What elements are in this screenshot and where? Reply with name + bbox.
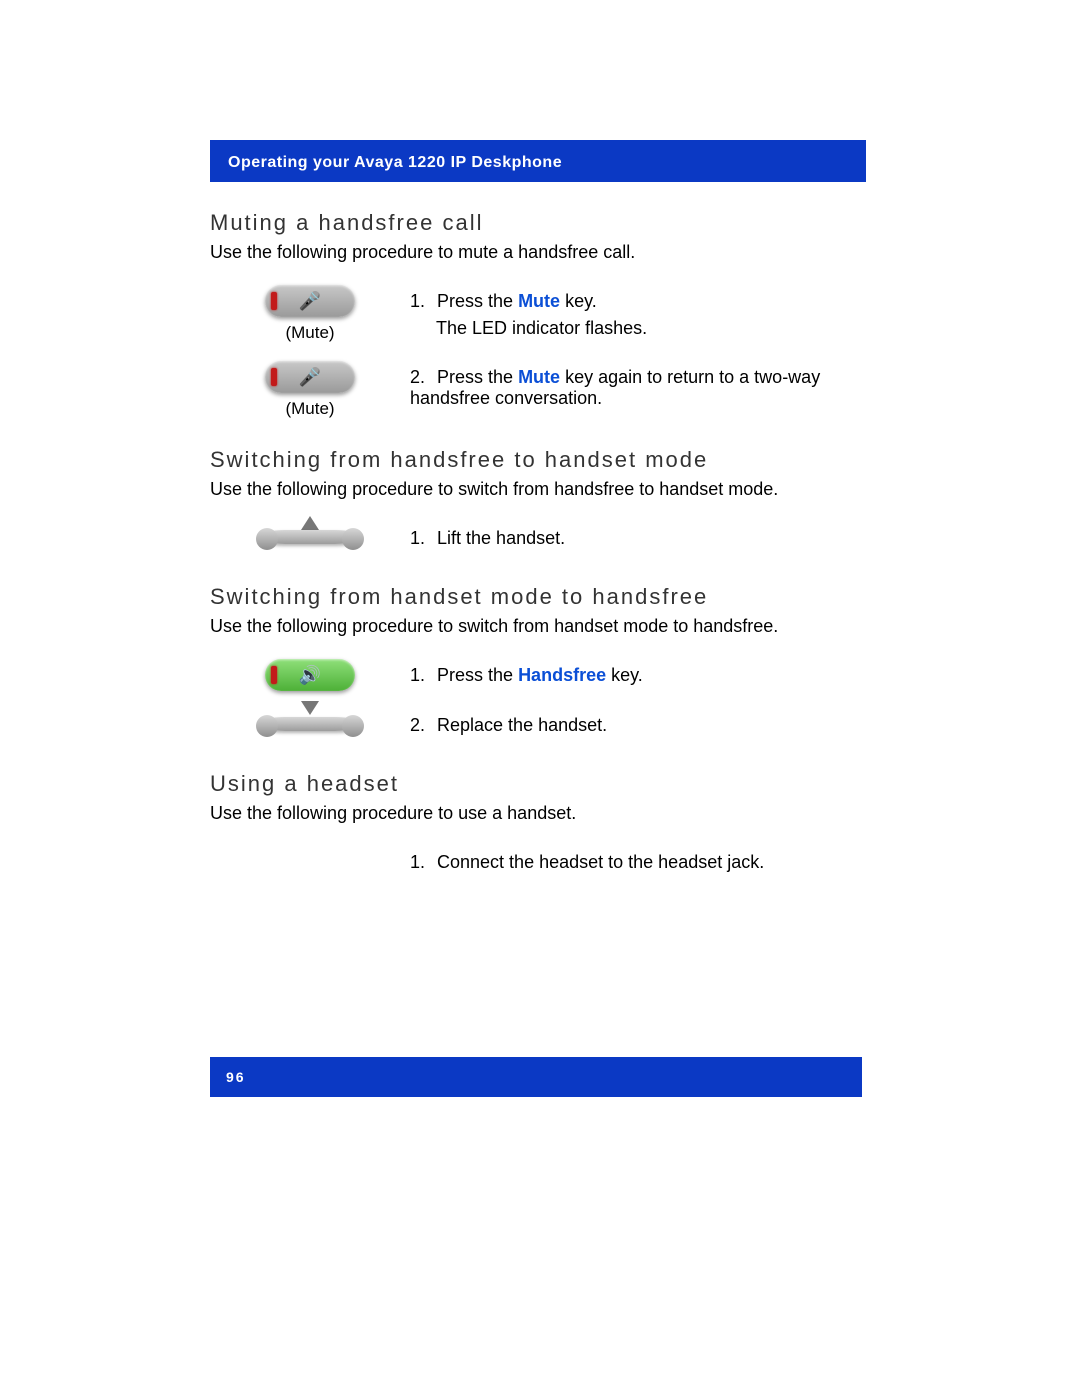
icon-col <box>210 522 410 556</box>
step-row: 1. Connect the headset to the headset ja… <box>210 846 890 873</box>
section-title-hs2hf: Switching from handset mode to handsfree <box>210 584 890 610</box>
icon-col <box>210 709 410 743</box>
arrow-down-icon <box>301 701 319 715</box>
step-text: 1. Lift the handset. <box>410 522 890 549</box>
mute-keyword: Mute <box>518 291 560 311</box>
step-text: 1. Press the Handsfree key. <box>410 659 890 686</box>
mute-key-icon: 🎤 <box>265 361 355 393</box>
handsfree-key-icon: 🔊 <box>265 659 355 691</box>
page-header: Operating your Avaya 1220 IP Deskphone <box>210 140 866 182</box>
page-number-footer: 96 <box>210 1057 862 1097</box>
step-row: 1. Lift the handset. <box>210 522 890 556</box>
step-text-post: key. <box>606 665 643 685</box>
step-text-pre: Press the <box>437 367 518 387</box>
microphone-mute-icon: 🎤 <box>299 291 321 312</box>
step-text-pre: Press the <box>437 665 518 685</box>
handset-lift-icon <box>260 522 360 556</box>
section-title-hf2hs: Switching from handsfree to handset mode <box>210 447 890 473</box>
icon-col: 🎤 (Mute) <box>210 361 410 419</box>
step-row: 2. Replace the handset. <box>210 709 890 743</box>
icon-col: 🎤 (Mute) <box>210 285 410 343</box>
step-row: 🎤 (Mute) 1. Press the Mute key. The LED … <box>210 285 890 343</box>
step-number: 1. <box>410 291 432 312</box>
handset-replace-icon <box>260 709 360 743</box>
section-intro-hs2hf: Use the following procedure to switch fr… <box>210 616 890 637</box>
icon-col: 🔊 <box>210 659 410 691</box>
led-red-icon <box>271 368 277 386</box>
step-text: 2. Press the Mute key again to return to… <box>410 361 890 409</box>
mute-key-icon: 🎤 <box>265 285 355 317</box>
led-red-icon <box>271 292 277 310</box>
step-number: 2. <box>410 367 432 388</box>
step-text: 1. Connect the headset to the headset ja… <box>410 846 890 873</box>
step-number: 1. <box>410 665 432 686</box>
mute-caption: (Mute) <box>285 323 334 343</box>
step-row: 🎤 (Mute) 2. Press the Mute key again to … <box>210 361 890 419</box>
step-text-body: Replace the handset. <box>437 715 607 735</box>
section-title-headset: Using a headset <box>210 771 890 797</box>
step-number: 1. <box>410 852 432 873</box>
microphone-mute-icon: 🎤 <box>299 367 321 388</box>
step-text-pre: Press the <box>437 291 518 311</box>
mute-caption: (Mute) <box>285 399 334 419</box>
section-intro-hf2hs: Use the following procedure to switch fr… <box>210 479 890 500</box>
step-text-post: key. <box>560 291 597 311</box>
step-text: 2. Replace the handset. <box>410 709 890 736</box>
document-page: Operating your Avaya 1220 IP Deskphone M… <box>0 0 1080 1397</box>
step-number: 1. <box>410 528 432 549</box>
step-text-body: Connect the headset to the headset jack. <box>437 852 764 872</box>
step-number: 2. <box>410 715 432 736</box>
arrow-up-icon <box>301 516 319 530</box>
led-red-icon <box>271 666 277 684</box>
handsfree-keyword: Handsfree <box>518 665 606 685</box>
step-text-body: Lift the handset. <box>437 528 565 548</box>
step-text-line2: The LED indicator flashes. <box>436 318 890 339</box>
section-intro-muting: Use the following procedure to mute a ha… <box>210 242 890 263</box>
step-row: 🔊 1. Press the Handsfree key. <box>210 659 890 691</box>
speaker-icon: 🔊 <box>299 665 321 686</box>
section-title-muting: Muting a handsfree call <box>210 210 890 236</box>
step-text: 1. Press the Mute key. The LED indicator… <box>410 285 890 339</box>
section-intro-headset: Use the following procedure to use a han… <box>210 803 890 824</box>
mute-keyword: Mute <box>518 367 560 387</box>
